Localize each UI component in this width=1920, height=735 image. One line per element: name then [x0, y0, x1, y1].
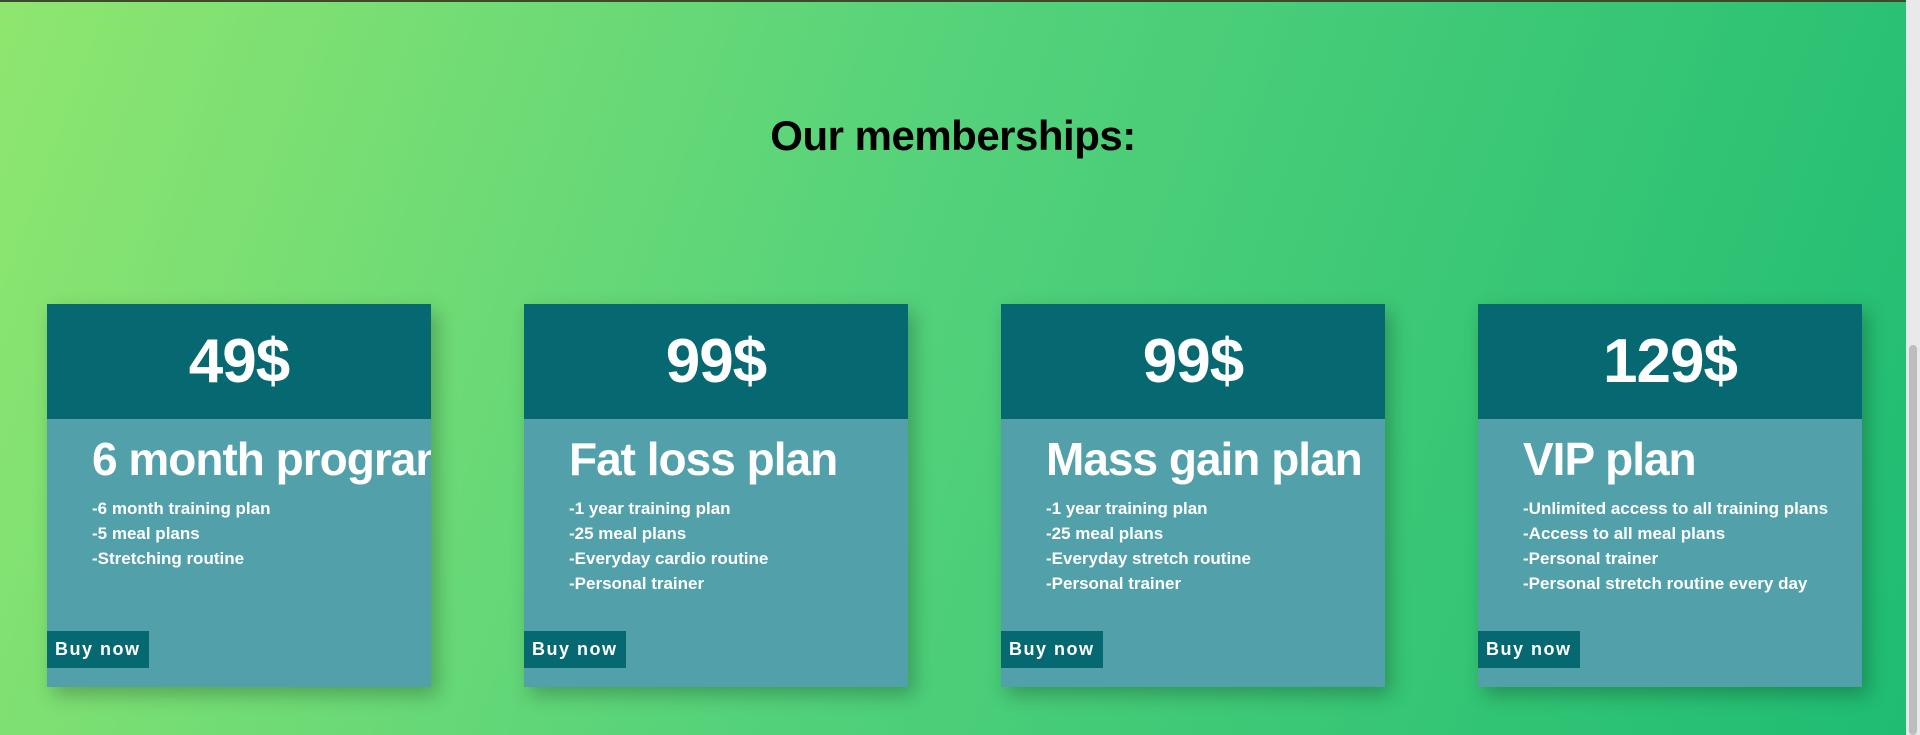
feature-item: -25 meal plans	[1046, 524, 1164, 543]
membership-card-6-month: 49$ 6 month program -6 month training pl…	[47, 304, 431, 687]
feature-item: -Unlimited access to all training plans	[1523, 499, 1829, 518]
card-plan-name: Fat loss plan	[569, 433, 838, 485]
card-header: 99$	[1001, 304, 1385, 419]
feature-item: -1 year training plan	[569, 499, 731, 518]
top-image-edge	[0, 0, 1906, 2]
feature-list: -1 year training plan -25 meal plans -Ev…	[1046, 496, 1251, 596]
membership-card-mass-gain: 99$ Mass gain plan -1 year training plan…	[1001, 304, 1385, 687]
card-price: 99$	[1142, 327, 1244, 396]
card-header: 99$	[524, 304, 908, 419]
feature-item: -Personal trainer	[1523, 549, 1659, 568]
feature-item: -Personal trainer	[1046, 574, 1182, 593]
page-scrollbar[interactable]	[1906, 0, 1920, 735]
feature-item: -25 meal plans	[569, 524, 687, 543]
feature-item: -Personal stretch routine every day	[1523, 574, 1808, 593]
feature-item: -1 year training plan	[1046, 499, 1208, 518]
feature-list: -Unlimited access to all training plans …	[1523, 496, 1828, 596]
card-plan-name: 6 month program	[92, 433, 431, 485]
feature-list: -6 month training plan -5 meal plans -St…	[92, 496, 271, 571]
card-plan-name: Mass gain plan	[1046, 433, 1363, 485]
card-price: 129$	[1603, 327, 1738, 396]
card-header: 129$	[1478, 304, 1862, 419]
buy-now-button[interactable]: Buy now	[1478, 631, 1580, 668]
feature-item: -Stretching routine	[92, 549, 245, 568]
feature-list: -1 year training plan -25 meal plans -Ev…	[569, 496, 768, 596]
buy-now-button[interactable]: Buy now	[524, 631, 626, 668]
card-plan-name: VIP plan	[1523, 433, 1697, 485]
buy-now-button[interactable]: Buy now	[1001, 631, 1103, 668]
feature-item: -Everyday cardio routine	[569, 549, 769, 568]
membership-card-fat-loss: 99$ Fat loss plan -1 year training plan …	[524, 304, 908, 687]
scrollbar-thumb[interactable]	[1909, 345, 1917, 735]
feature-item: -6 month training plan	[92, 499, 271, 518]
feature-item: -5 meal plans	[92, 524, 200, 543]
card-price: 99$	[665, 327, 767, 396]
card-header: 49$	[47, 304, 431, 419]
buy-now-button[interactable]: Buy now	[47, 631, 149, 668]
feature-item: -Access to all meal plans	[1523, 524, 1726, 543]
membership-card-vip: 129$ VIP plan -Unlimited access to all t…	[1478, 304, 1862, 687]
feature-item: -Everyday stretch routine	[1046, 549, 1252, 568]
section-title: Our memberships:	[770, 112, 1136, 159]
card-price: 49$	[188, 327, 290, 396]
feature-item: -Personal trainer	[569, 574, 705, 593]
